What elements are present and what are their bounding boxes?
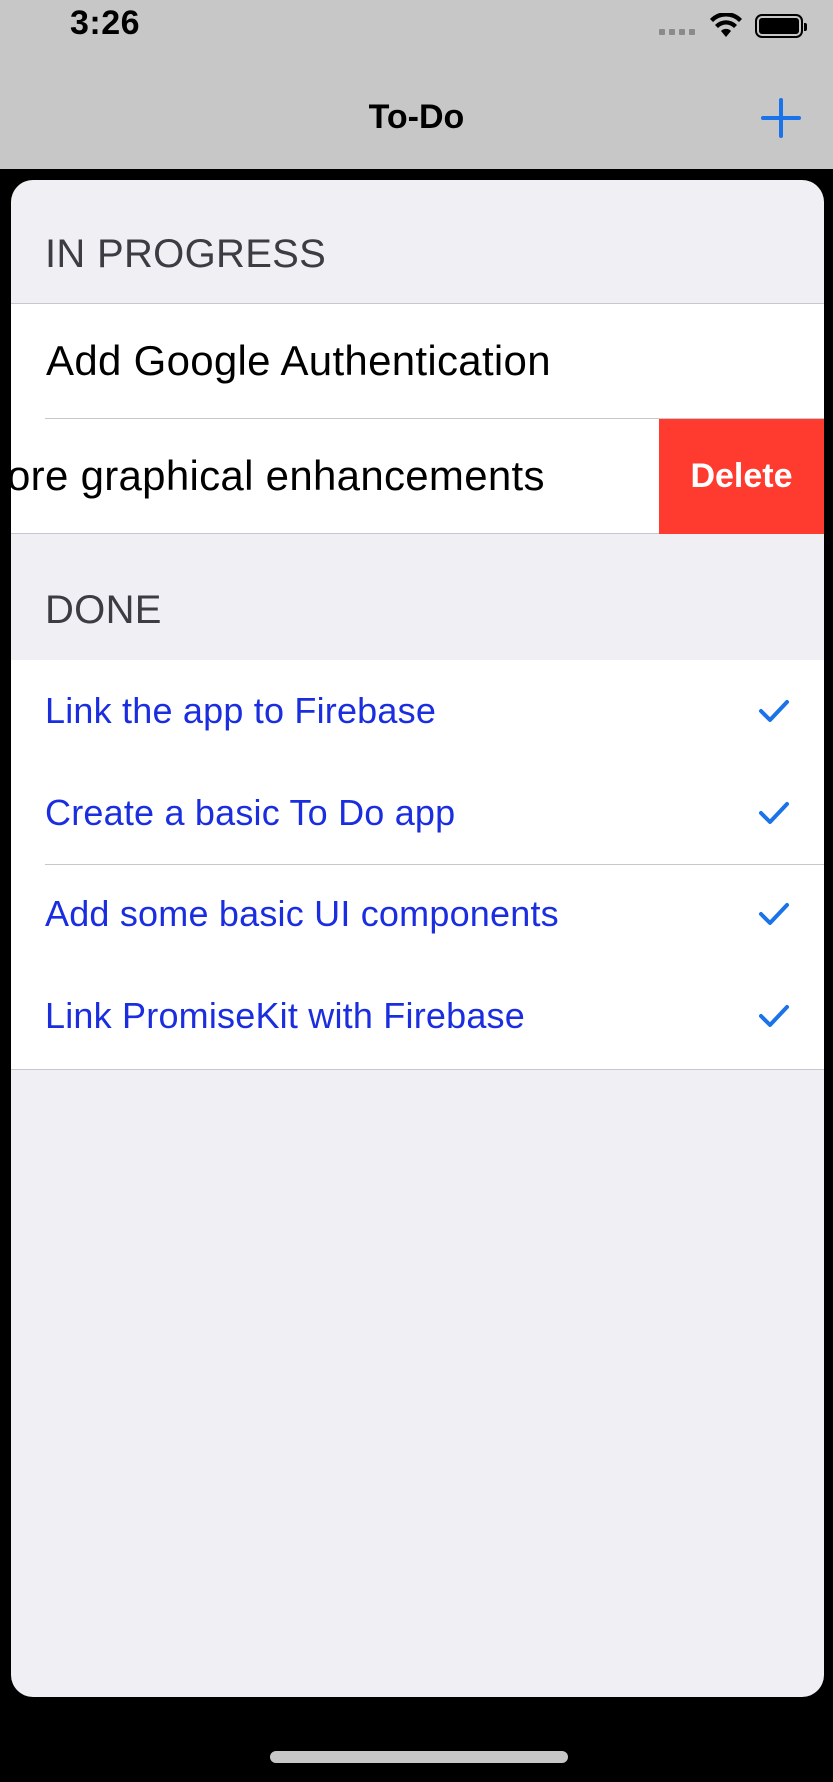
section-header-in-progress: IN PROGRESS: [45, 232, 327, 276]
checkmark-icon: [759, 1005, 789, 1027]
done-list: Link the app to Firebase Create a basic …: [11, 660, 824, 1070]
nav-title: To-Do: [368, 98, 465, 136]
task-row-done[interactable]: Link PromiseKit with Firebase: [11, 967, 824, 1069]
checkmark-icon: [759, 802, 789, 824]
battery-icon: [755, 14, 807, 38]
add-button[interactable]: [759, 96, 803, 140]
task-label: ore graphical enhancements: [11, 452, 545, 499]
delete-button[interactable]: Delete: [659, 419, 824, 534]
status-icons: [659, 10, 807, 42]
task-label: Add Google Authentication: [46, 337, 551, 384]
section-header-done: DONE: [45, 588, 162, 632]
task-row-done[interactable]: Create a basic To Do app: [11, 762, 824, 864]
home-indicator[interactable]: [270, 1751, 568, 1763]
checkmark-icon: [759, 700, 789, 722]
task-label: Link PromiseKit with Firebase: [45, 995, 525, 1036]
task-label: Add some basic UI components: [45, 893, 559, 934]
task-sheet: IN PROGRESS Add Google Authentication or…: [11, 180, 824, 1697]
wifi-icon: [710, 13, 742, 37]
checkmark-icon: [759, 903, 789, 925]
in-progress-list: Add Google Authentication ore graphical …: [11, 303, 824, 534]
task-row-done[interactable]: Add some basic UI components: [11, 865, 824, 967]
status-time: 3:26: [70, 4, 141, 42]
task-row-in-progress-swiped[interactable]: ore graphical enhancements Delete: [11, 419, 824, 534]
task-row-in-progress[interactable]: Add Google Authentication: [11, 304, 824, 418]
task-label: Create a basic To Do app: [45, 792, 456, 833]
task-label: Link the app to Firebase: [45, 690, 437, 731]
task-row-done[interactable]: Link the app to Firebase: [11, 660, 824, 762]
top-bar: 3:26 To-Do: [0, 0, 833, 169]
cellular-signal-icon: [659, 29, 695, 35]
screen: 3:26 To-Do IN PROGRESS Add Google Authen…: [0, 0, 833, 1782]
